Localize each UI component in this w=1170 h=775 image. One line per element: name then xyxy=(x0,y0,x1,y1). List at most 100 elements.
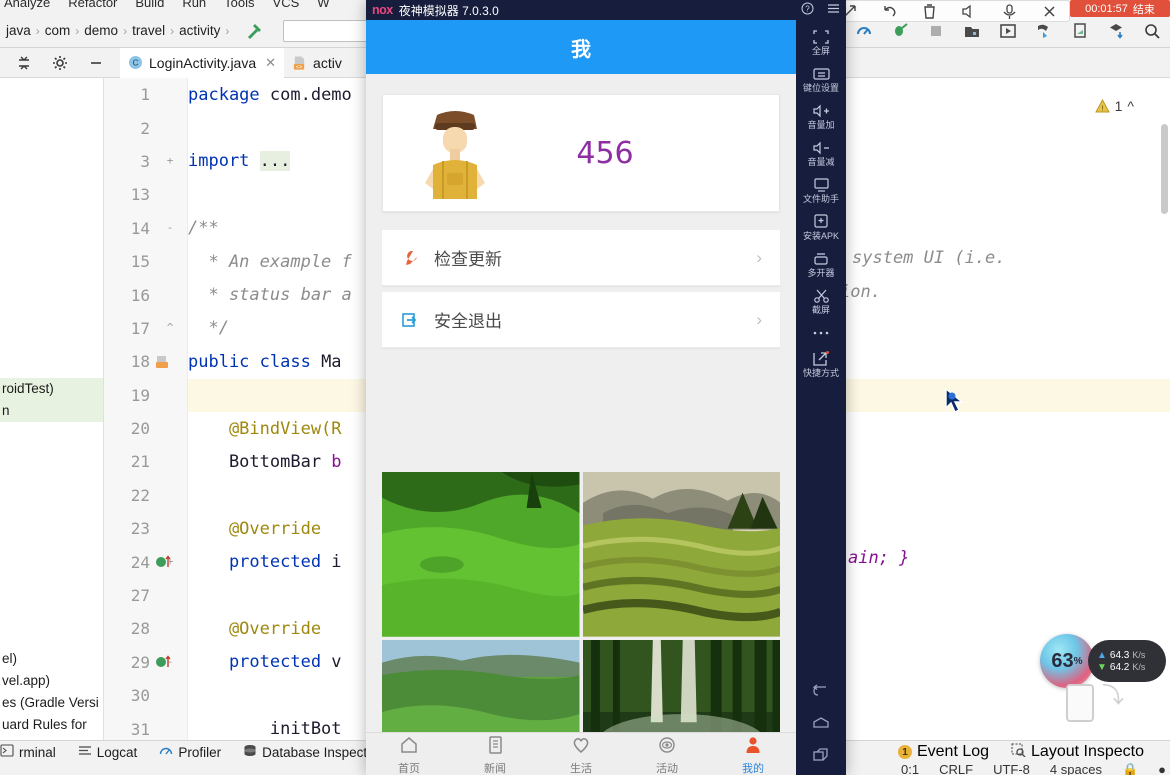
code-fold-toggle[interactable]: - xyxy=(164,656,176,668)
settings-gear-icon[interactable] xyxy=(50,53,70,73)
lock-icon[interactable]: 🔒 xyxy=(1122,763,1138,775)
line-separator[interactable]: CRLF xyxy=(939,763,973,775)
breadcrumb-item-activity[interactable]: activity xyxy=(175,23,224,38)
menu-vcs[interactable]: VCS xyxy=(273,0,300,10)
sidebar-item-fullscreen[interactable]: 全屏 xyxy=(796,24,846,61)
profile-card[interactable]: 456 xyxy=(382,94,780,212)
menu-item-check-update[interactable]: 检查更新 › xyxy=(382,230,780,286)
profiler-icon[interactable] xyxy=(854,21,874,41)
code-token: import xyxy=(188,151,249,171)
collapse-all-icon[interactable] xyxy=(14,53,34,73)
menu-tools[interactable]: Tools xyxy=(224,0,254,10)
screen-recorder-widget[interactable]: 00:01:57 结束 xyxy=(1070,0,1170,17)
stop-icon[interactable] xyxy=(926,21,946,41)
notification-dot[interactable]: ● xyxy=(1158,763,1166,775)
layout-inspector-button[interactable]: Layout Inspecto xyxy=(1011,743,1144,762)
bottom-nav-home[interactable]: 首页 xyxy=(366,736,452,775)
menu-w[interactable]: W xyxy=(317,0,329,10)
sidebar-item-install-apk[interactable]: 安装APK xyxy=(796,209,846,246)
menu-analyze[interactable]: Analyze xyxy=(4,0,50,10)
home-icon xyxy=(399,736,419,759)
rolling-hills-photo[interactable] xyxy=(382,640,580,732)
terraced-fields-photo[interactable] xyxy=(583,472,781,637)
tree-row[interactable]: es (Gradle Versi xyxy=(0,692,103,714)
undo-icon[interactable] xyxy=(879,1,899,21)
tree-row[interactable]: roidTest) xyxy=(0,378,103,400)
code-fold-toggle[interactable]: + xyxy=(164,556,176,568)
mic-icon[interactable] xyxy=(999,1,1019,21)
back-icon[interactable] xyxy=(796,675,846,707)
editor-vertical-scrollbar[interactable] xyxy=(1161,124,1168,214)
sidebar-item-keymap[interactable]: 键位设置 xyxy=(796,61,846,98)
volume-icon[interactable] xyxy=(959,1,979,21)
sidebar-item-multi-instance[interactable]: 多开器 xyxy=(796,246,846,283)
bottom-nav-person[interactable]: 我的 xyxy=(710,736,796,775)
sidebar-item-shortcut[interactable]: 快捷方式 xyxy=(796,346,846,383)
bottom-nav-heart[interactable]: 生活 xyxy=(538,736,624,775)
line-number: 14 xyxy=(104,219,150,238)
sidebar-item-screenshot[interactable]: 截屏 xyxy=(796,283,846,320)
layout-preview-icon[interactable] xyxy=(998,21,1018,41)
help-icon[interactable]: ? xyxy=(801,2,814,18)
sidebar-item-file-assistant[interactable]: 文件助手 xyxy=(796,172,846,209)
search-icon[interactable] xyxy=(1142,21,1162,41)
menu-run[interactable]: Run xyxy=(182,0,206,10)
code-fold-toggle[interactable]: ^ xyxy=(164,322,176,334)
sidebar-item-volume-down[interactable]: 音量减 xyxy=(796,135,846,172)
bottom-nav-label: 我的 xyxy=(742,760,764,775)
caret-position[interactable]: 0:1 xyxy=(901,763,919,775)
recording-stop-label[interactable]: 结束 xyxy=(1133,1,1155,17)
code-fold-toggle[interactable]: + xyxy=(164,155,176,167)
breadcrumb[interactable]: java›com›demo›travel›activity› xyxy=(0,23,230,38)
tab-activity-xml[interactable]: <> activ xyxy=(284,48,350,78)
profiler-icon xyxy=(159,744,173,760)
breadcrumb-item-travel[interactable]: travel xyxy=(128,23,169,38)
status-database-inspecto[interactable]: Database Inspecto xyxy=(243,744,375,760)
misty-forest-photo[interactable] xyxy=(583,640,781,732)
menu-refactor[interactable]: Refactor xyxy=(68,0,117,10)
status-logcat[interactable]: Logcat xyxy=(78,744,138,760)
menu-item-safe-logout[interactable]: 安全退出 › xyxy=(382,292,780,348)
bottom-nav-eye[interactable]: 活动 xyxy=(624,736,710,775)
tree-row[interactable]: el) xyxy=(0,648,103,670)
code-fold-toggle[interactable]: - xyxy=(164,222,176,234)
cpu-usage-orb[interactable]: 63% xyxy=(1040,634,1094,688)
project-tool-window[interactable]: roidTest) n el) vel.app) es (Gradle Vers… xyxy=(0,78,104,740)
sidebar-item-volume-up[interactable]: 音量加 xyxy=(796,98,846,135)
status-profiler[interactable]: Profiler xyxy=(159,744,221,760)
tree-row[interactable]: vel.app) xyxy=(0,670,103,692)
hammer-icon[interactable] xyxy=(244,21,264,41)
recents-icon[interactable] xyxy=(796,739,846,771)
menu-icon[interactable] xyxy=(827,2,840,18)
breadcrumb-item-java[interactable]: java xyxy=(2,23,35,38)
device-file-icon[interactable] xyxy=(1070,21,1090,41)
avd-manager-icon[interactable] xyxy=(962,21,982,41)
menu-build[interactable]: Build xyxy=(135,0,164,10)
status-rminal[interactable]: rminal xyxy=(0,744,56,760)
sdk-manager-icon[interactable] xyxy=(1034,21,1054,41)
close-icon[interactable] xyxy=(1039,1,1059,21)
bottom-nav-news[interactable]: 新闻 xyxy=(452,736,538,775)
nox-title-bar[interactable]: nox 夜神模拟器 7.0.3.0 ? xyxy=(366,0,846,20)
tab-loginactivity[interactable]: C LoginActivity.java ✕ xyxy=(120,48,284,78)
event-log-button[interactable]: 1 Event Log xyxy=(898,743,989,761)
system-monitor-widget[interactable]: 63% ▲ 64.3 K/s ▼ 64.2 K/s ⤵ xyxy=(1040,618,1170,718)
sidebar-item-more[interactable] xyxy=(796,320,846,346)
grass-meadow-photo[interactable] xyxy=(382,472,580,637)
tree-row[interactable]: n xyxy=(0,400,103,422)
gradle-sync-icon[interactable] xyxy=(1106,21,1126,41)
breadcrumb-item-com[interactable]: com xyxy=(41,23,75,38)
hide-panel-icon[interactable] xyxy=(86,53,106,73)
breadcrumb-item-demo[interactable]: demo xyxy=(80,23,122,38)
xml-bind-icon[interactable] xyxy=(155,355,177,369)
editor-gutter[interactable] xyxy=(104,78,188,740)
file-encoding[interactable]: UTF-8 xyxy=(993,763,1030,775)
delete-icon[interactable] xyxy=(919,1,939,21)
indent-setting[interactable]: 4 spaces xyxy=(1050,763,1102,775)
debug-icon[interactable] xyxy=(890,21,910,41)
chevron-up-icon[interactable]: ^ xyxy=(1127,98,1134,114)
close-icon[interactable]: ✕ xyxy=(265,55,276,71)
inspection-warning-indicator[interactable]: ! 1 ^ xyxy=(1095,98,1134,114)
tree-row[interactable]: uard Rules for xyxy=(0,714,103,736)
home-icon[interactable] xyxy=(796,707,846,739)
